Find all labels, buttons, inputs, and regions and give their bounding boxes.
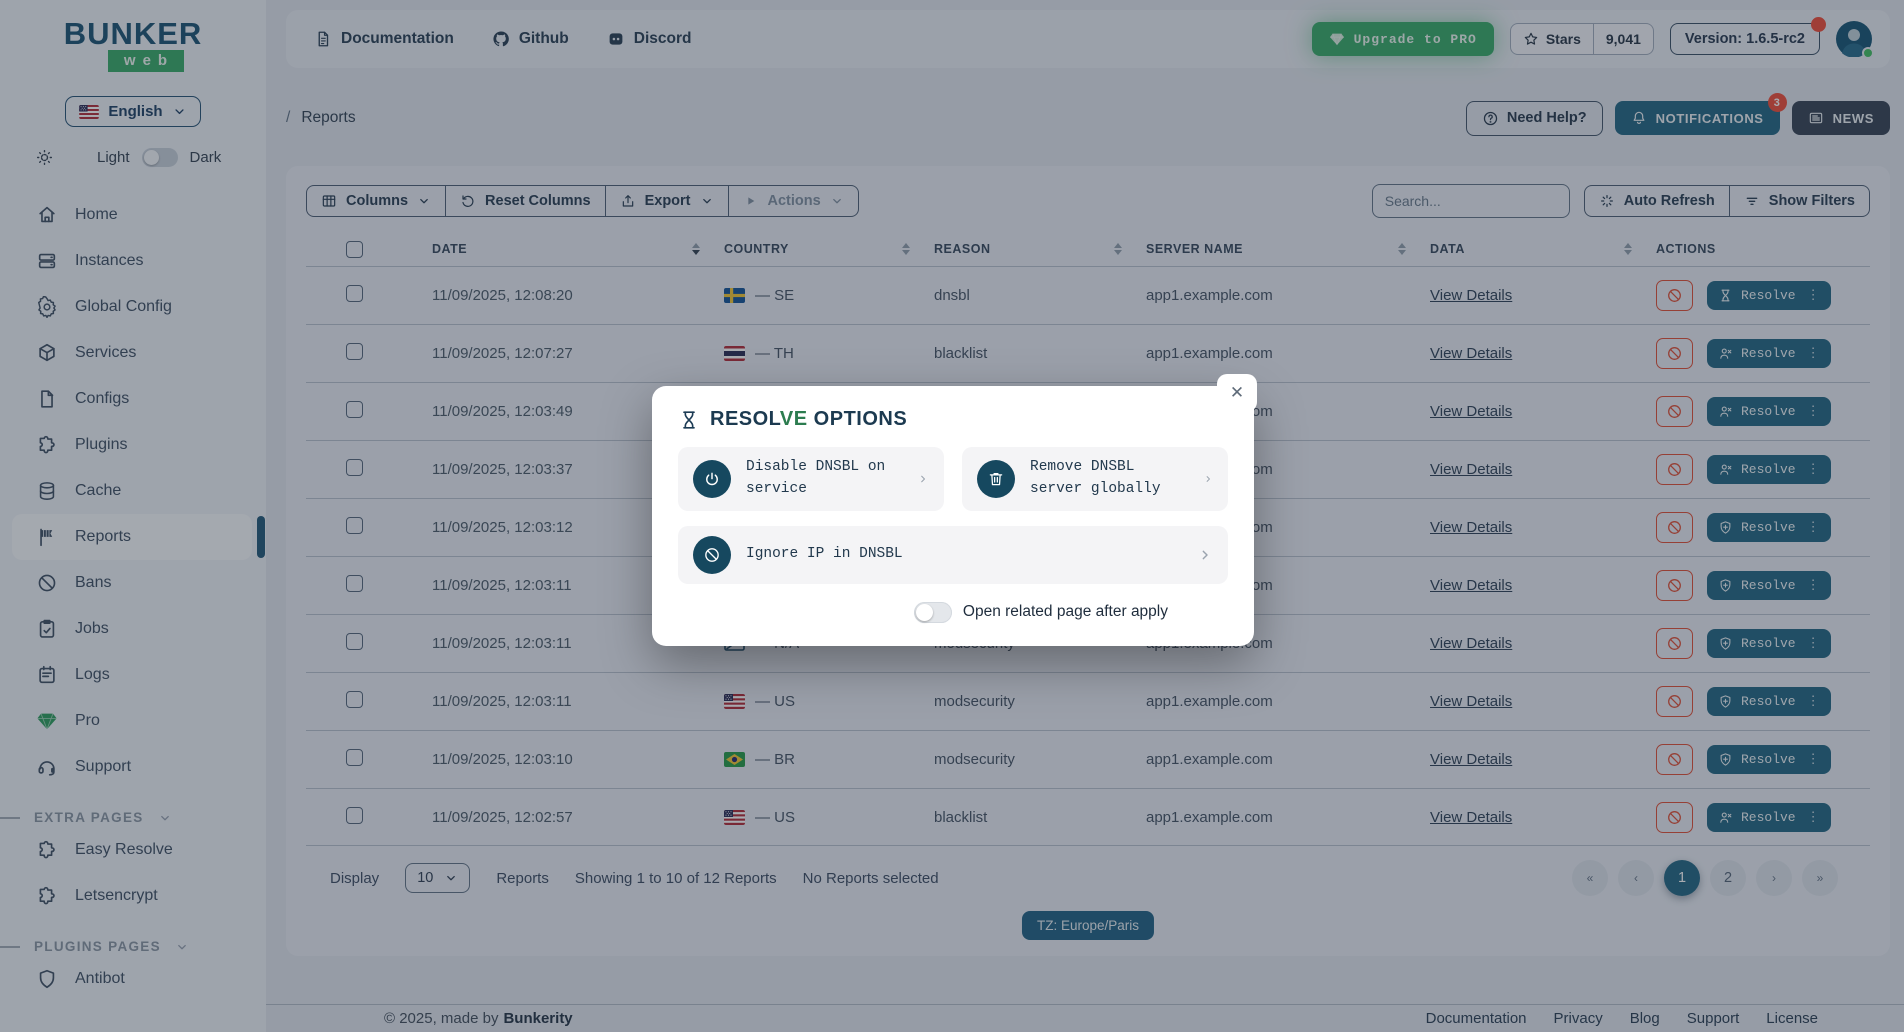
resolve-options-modal: ✕ RESOLVE OPTIONS Disable DNSBL on servi…	[652, 374, 1257, 646]
modal-title: RESOLVE OPTIONS	[710, 408, 908, 430]
chevron-right-icon	[917, 471, 929, 487]
open-related-toggle[interactable]	[913, 601, 952, 623]
chevron-right-icon	[1197, 547, 1213, 563]
power-icon-circle	[693, 459, 731, 498]
option-remove-dnsbl-server[interactable]: Remove DNSBL server globally	[962, 447, 1228, 511]
chevron-right-icon	[1203, 471, 1213, 487]
resolve-options: Disable DNSBL on service Remove DNSBL se…	[678, 447, 1228, 584]
ban-icon-circle	[693, 535, 731, 574]
option-disable-dnsbl[interactable]: Disable DNSBL on service	[678, 447, 944, 511]
toggle-label: Open related page after apply	[962, 603, 1168, 620]
open-related-toggle-row: Open related page after apply	[678, 601, 1228, 623]
hourglass-icon	[678, 409, 700, 431]
close-icon[interactable]: ✕	[1217, 374, 1257, 412]
trash-icon-circle	[977, 459, 1015, 498]
option-ignore-ip[interactable]: Ignore IP in DNSBL	[678, 525, 1228, 584]
modal-header: RESOLVE OPTIONS	[678, 408, 1228, 431]
